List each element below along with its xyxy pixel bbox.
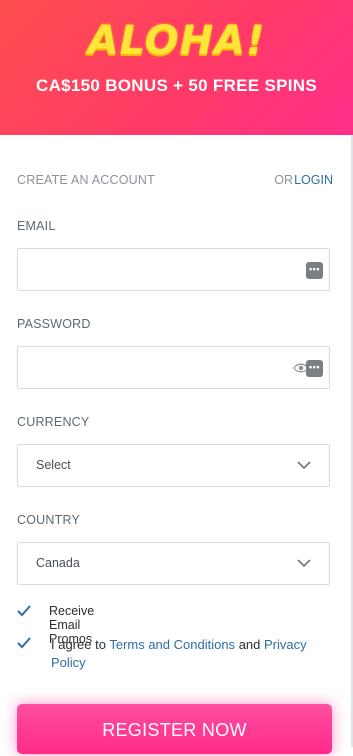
agree-prefix: I agree to [51,637,106,652]
country-select[interactable]: Canada [17,542,330,585]
key-icon[interactable]: ••• [306,262,323,279]
agree-terms-text: I agree to Terms and Conditions and Priv… [51,636,341,672]
promo-subtitle: CA$150 BONUS + 50 FREE SPINS [36,76,317,95]
email-field[interactable] [18,249,329,290]
chevron-down-icon [297,559,311,568]
registration-form: CREATE AN ACCOUNT OR LOGIN EMAIL ••• PAS… [0,135,353,754]
terms-link[interactable]: Terms and Conditions [109,637,235,652]
password-field-box: ••• [17,346,330,389]
check-icon[interactable] [17,637,31,649]
currency-label: CURRENCY [17,415,90,429]
promo-title: ALOHA! [87,18,266,64]
currency-select[interactable]: Select [17,444,330,487]
login-link[interactable]: LOGIN [294,173,333,187]
agree-and: and [238,637,261,652]
form-header: CREATE AN ACCOUNT OR LOGIN [17,173,333,193]
promo-banner: ALOHA! CA$150 BONUS + 50 FREE SPINS [0,0,353,135]
email-label: EMAIL [17,219,56,233]
or-text: OR [274,173,293,187]
country-selected-value: Canada [36,556,80,570]
chevron-down-icon [297,461,311,470]
country-label: COUNTRY [17,513,80,527]
key-icon[interactable]: ••• [306,360,323,377]
currency-selected-value: Select [36,458,71,472]
email-field-box: ••• [17,248,330,291]
password-label: PASSWORD [17,317,91,331]
create-account-heading: CREATE AN ACCOUNT [17,173,155,187]
check-icon[interactable] [17,605,31,617]
password-field[interactable] [18,347,329,388]
